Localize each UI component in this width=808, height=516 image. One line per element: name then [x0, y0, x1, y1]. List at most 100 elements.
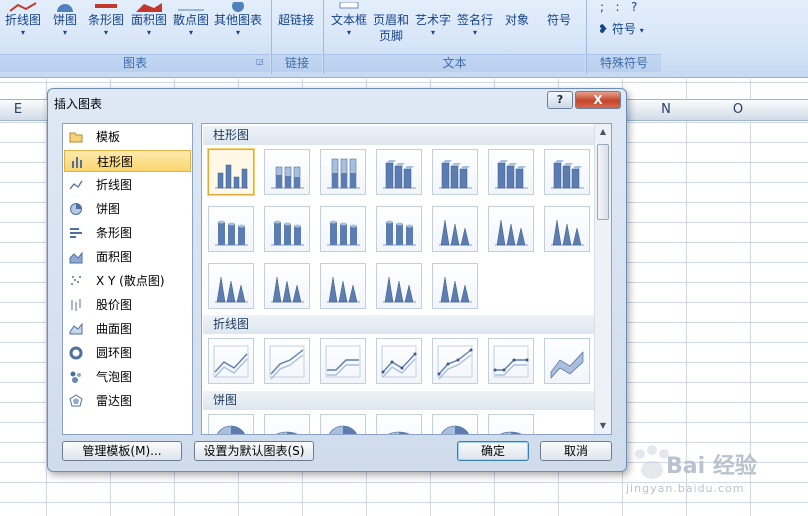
pie-subtype-6[interactable]	[488, 414, 534, 434]
other-charts-button[interactable]: 其他图表 ▾	[212, 0, 264, 38]
column-header-n[interactable]: N	[656, 102, 676, 117]
chevron-down-icon: ▾	[346, 28, 351, 37]
column-subtype-9[interactable]	[264, 206, 310, 252]
pie-subtype-1-icon	[217, 425, 245, 434]
wordart-icon	[412, 0, 454, 10]
column-subtype-7[interactable]	[544, 149, 590, 195]
line-chart-icon	[2, 0, 44, 12]
special-symbol-dropdown[interactable]: ❥ 符号 ▾	[598, 20, 644, 37]
column-subtype-17[interactable]	[320, 263, 366, 309]
scatter-chart-button[interactable]: 散点图 ▾	[170, 0, 212, 38]
column-subtype-5-icon	[439, 160, 472, 189]
category-item-stock[interactable]: 股价图	[64, 294, 191, 316]
folder-icon	[69, 130, 83, 144]
dialog-launcher-icon[interactable]: ◲	[256, 57, 264, 66]
pie-chart-icon	[69, 202, 83, 216]
scroll-up-icon[interactable]: ▲	[595, 124, 611, 140]
column-subtype-12[interactable]	[432, 206, 478, 252]
column-subtype-15[interactable]	[208, 263, 254, 309]
column-subtype-14[interactable]	[544, 206, 590, 252]
line-subtype-5[interactable]	[432, 338, 478, 384]
category-item-doughnut[interactable]: 圆环图	[64, 342, 191, 364]
close-button[interactable]: X	[575, 91, 621, 109]
special-symbol-glyphs[interactable]: ; : ?	[600, 0, 637, 14]
help-button[interactable]: ?	[547, 91, 573, 109]
category-item-column[interactable]: 柱形图	[64, 150, 191, 172]
category-item-line[interactable]: 折线图	[64, 174, 191, 196]
other-charts-icon	[212, 0, 264, 12]
category-item-scatter[interactable]: X Y (散点图)	[64, 270, 191, 292]
set-default-chart-button[interactable]: 设置为默认图表(S)	[194, 441, 314, 461]
pie-subtype-3[interactable]	[320, 414, 366, 434]
pie-chart-button[interactable]: 饼图 ▾	[48, 0, 82, 38]
header-footer-button[interactable]: 页眉和 页脚	[370, 0, 412, 44]
line-subtype-7[interactable]	[544, 338, 590, 384]
wordart-button[interactable]: 艺术字 ▾	[412, 0, 454, 38]
hyperlink-icon	[274, 0, 318, 10]
manage-templates-button[interactable]: 管理模板(M)...	[62, 441, 182, 461]
pie-subtype-1[interactable]	[208, 414, 254, 434]
pie-chart-icon	[48, 0, 82, 12]
pie-subtype-4[interactable]	[376, 414, 422, 434]
scatter-chart-icon	[170, 0, 212, 11]
column-subtype-8[interactable]	[208, 206, 254, 252]
pie-subtype-2[interactable]	[264, 414, 310, 434]
signature-line-button[interactable]: 签名行 ▾	[454, 0, 496, 38]
column-subtype-3[interactable]	[320, 149, 366, 195]
scroll-down-icon[interactable]: ▼	[595, 418, 611, 434]
bar-chart-button[interactable]: 条形图 ▾	[86, 0, 126, 38]
category-item-area[interactable]: 面积图	[64, 246, 191, 268]
bullet-icon: ❥	[598, 22, 609, 36]
column-subtype-1[interactable]	[208, 149, 254, 195]
area-chart-icon	[128, 0, 170, 12]
line-chart-button[interactable]: 折线图 ▾	[2, 0, 44, 38]
column-subtype-11[interactable]	[376, 206, 422, 252]
column-subtype-6[interactable]	[488, 149, 534, 195]
column-subtype-16[interactable]	[264, 263, 310, 309]
textbox-button[interactable]: 文本框 ▾	[328, 0, 370, 38]
line-subtype-1[interactable]	[208, 338, 254, 384]
line-subtype-3[interactable]	[320, 338, 366, 384]
line-subtype-2[interactable]	[264, 338, 310, 384]
cancel-button[interactable]: 取消	[540, 441, 612, 461]
hyperlink-button[interactable]: 超链接	[274, 0, 318, 28]
line-chart-icon	[69, 178, 83, 192]
column-subtype-19-icon	[439, 276, 472, 303]
symbol-button[interactable]: 符号	[540, 0, 578, 28]
group-label-text: 文本	[324, 54, 585, 72]
column-subtype-19[interactable]	[432, 263, 478, 309]
pie-subtype-5-icon	[441, 425, 469, 434]
column-subtype-18[interactable]	[376, 263, 422, 309]
column-subtype-4[interactable]	[376, 149, 422, 195]
column-subtype-16-icon	[271, 276, 304, 303]
column-subtype-10[interactable]	[320, 206, 366, 252]
column-subtype-11-icon	[383, 220, 416, 246]
line-subtype-4[interactable]	[376, 338, 422, 384]
chevron-down-icon: ▾	[146, 28, 151, 37]
category-item-template[interactable]: 模板	[64, 126, 191, 148]
column-header-e[interactable]: E	[8, 102, 28, 117]
line-subtype-6[interactable]	[488, 338, 534, 384]
category-item-pie[interactable]: 饼图	[64, 198, 191, 220]
pie-subtype-5[interactable]	[432, 414, 478, 434]
column-subtype-2[interactable]	[264, 149, 310, 195]
category-item-bar[interactable]: 条形图	[64, 222, 191, 244]
column-subtype-5[interactable]	[432, 149, 478, 195]
column-chart-icon	[70, 155, 84, 169]
category-item-surface[interactable]: 曲面图	[64, 318, 191, 340]
category-item-radar[interactable]: 雷达图	[64, 390, 191, 412]
scrollbar-thumb[interactable]	[597, 144, 609, 220]
chevron-down-icon: ▾	[62, 28, 67, 37]
column-header-o[interactable]: O	[728, 102, 748, 117]
gallery-scrollbar[interactable]: ▲ ▼	[594, 124, 611, 434]
group-label-links: 链接	[272, 54, 322, 72]
object-button[interactable]: 对象	[500, 0, 534, 28]
object-icon	[500, 0, 534, 10]
area-chart-button[interactable]: 面积图 ▾	[128, 0, 170, 38]
chevron-down-icon: ▾	[235, 28, 240, 37]
stock-chart-icon	[69, 298, 83, 312]
category-item-bubble[interactable]: 气泡图	[64, 366, 191, 388]
ok-button[interactable]: 确定	[457, 441, 529, 461]
section-header-line: 折线图	[203, 315, 595, 334]
column-subtype-13[interactable]	[488, 206, 534, 252]
